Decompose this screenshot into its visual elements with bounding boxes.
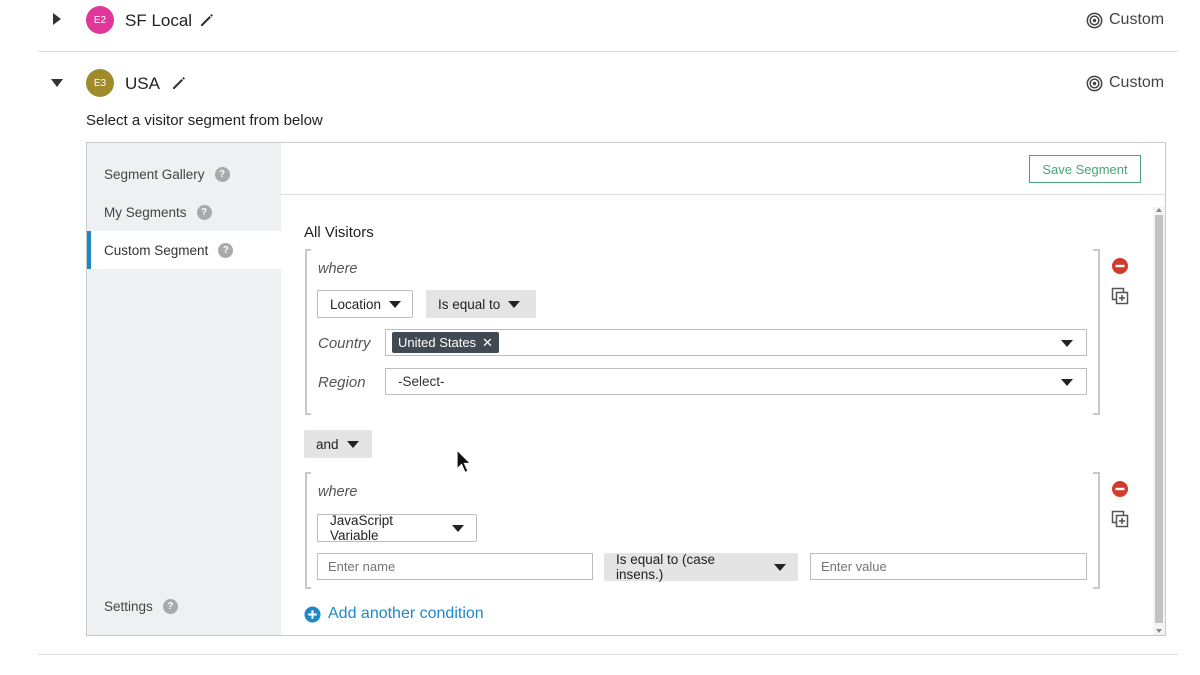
sidebar-item-my-segments[interactable]: My Segments ? — [87, 193, 281, 231]
pencil-icon[interactable] — [199, 12, 215, 28]
add-condition-label: Add another condition — [328, 605, 484, 622]
variation-code: E2 — [93, 14, 107, 26]
save-segment-button[interactable]: Save Segment — [1029, 155, 1141, 183]
segment-instruction: Select a visitor segment from below — [86, 112, 323, 129]
segment-panel: Segment Gallery ? My Segments ? Custom S… — [86, 142, 1166, 636]
variation-badge-e3: E3 — [86, 69, 114, 97]
minus-circle-icon[interactable] — [1111, 257, 1129, 275]
dropdown-value: and — [316, 436, 339, 452]
dropdown-arrow-icon — [346, 440, 359, 448]
variable-value-input[interactable] — [810, 553, 1087, 580]
sidebar-item-settings[interactable]: Settings ? — [87, 587, 281, 625]
dropdown-arrow-icon — [508, 300, 521, 308]
help-icon[interactable]: ? — [218, 242, 234, 258]
variation-code: E3 — [93, 77, 107, 89]
country-label: Country — [318, 335, 371, 352]
panel-scrollbar[interactable] — [1153, 207, 1165, 635]
dropdown-arrow-icon — [1061, 379, 1073, 386]
minus-circle-icon[interactable] — [1111, 480, 1129, 498]
variation-name-usa: USA — [125, 74, 160, 93]
operator-dropdown[interactable]: Is equal to — [426, 290, 536, 318]
scroll-up-icon[interactable] — [1156, 208, 1162, 212]
country-chip: United States ✕ — [392, 332, 499, 353]
variable-name-input[interactable] — [317, 553, 593, 580]
sidebar-item-segment-gallery[interactable]: Segment Gallery ? — [87, 155, 281, 193]
row-divider — [38, 654, 1178, 655]
help-icon[interactable]: ? — [162, 598, 178, 614]
help-icon[interactable]: ? — [214, 166, 230, 182]
scroll-down-icon[interactable] — [1156, 629, 1162, 633]
operator-dropdown[interactable]: Is equal to (case insens.) — [604, 552, 798, 582]
pencil-icon[interactable] — [171, 75, 187, 91]
sidebar-item-label: Segment Gallery — [104, 166, 205, 182]
dropdown-value: JavaScript Variable — [330, 513, 394, 543]
dropdown-arrow-icon — [389, 300, 402, 308]
add-condition-link[interactable]: Add another condition — [304, 605, 484, 623]
dropdown-value: Is equal to — [438, 296, 501, 312]
variation-badge-e2: E2 — [86, 6, 114, 34]
region-label: Region — [318, 374, 366, 391]
all-visitors-heading: All Visitors — [304, 224, 374, 241]
segment-toolbar: Save Segment — [281, 143, 1165, 195]
expand-icon[interactable] — [53, 13, 61, 25]
target-icon — [1086, 75, 1103, 91]
variation-name-sf-local: SF Local — [125, 11, 193, 30]
region-placeholder: -Select- — [398, 374, 445, 389]
custom-label: Custom — [1109, 11, 1165, 28]
sidebar-item-label: Custom Segment — [104, 242, 209, 258]
variation-type-custom: Custom — [1086, 74, 1164, 92]
dropdown-value: Location — [330, 296, 382, 312]
sidebar-item-label: Settings — [104, 598, 153, 614]
condition-bracket — [1093, 472, 1100, 589]
row-divider — [38, 51, 1178, 52]
mouse-cursor-icon — [456, 449, 472, 474]
plus-circle-icon — [304, 605, 321, 623]
segment-sidebar: Segment Gallery ? My Segments ? Custom S… — [87, 143, 281, 635]
chip-remove-icon[interactable]: ✕ — [482, 335, 493, 351]
duplicate-icon[interactable] — [1111, 510, 1129, 528]
dropdown-arrow-icon — [1061, 340, 1073, 347]
where-label: where — [318, 261, 358, 277]
collapse-icon[interactable] — [51, 79, 63, 87]
sidebar-item-custom-segment[interactable]: Custom Segment ? — [87, 231, 281, 269]
sidebar-item-label: My Segments — [104, 204, 187, 220]
attribute-dropdown[interactable]: Location — [317, 290, 413, 318]
dropdown-arrow-icon — [452, 524, 464, 532]
dropdown-value: Is equal to (case insens.) — [616, 552, 716, 582]
scrollbar-thumb[interactable] — [1155, 215, 1163, 623]
dropdown-arrow-icon — [774, 563, 786, 571]
duplicate-icon[interactable] — [1111, 287, 1129, 305]
chip-label: United States — [398, 335, 477, 350]
condition-bracket — [1093, 249, 1100, 415]
attribute-dropdown[interactable]: JavaScript Variable — [317, 513, 477, 543]
where-label: where — [318, 484, 358, 500]
variation-type-custom: Custom — [1086, 11, 1164, 29]
country-select[interactable]: United States ✕ — [385, 329, 1087, 356]
target-icon — [1086, 12, 1103, 28]
help-icon[interactable]: ? — [196, 204, 212, 220]
region-select[interactable]: -Select- — [385, 368, 1087, 395]
custom-label: Custom — [1109, 74, 1165, 91]
conjunction-dropdown[interactable]: and — [304, 430, 372, 458]
